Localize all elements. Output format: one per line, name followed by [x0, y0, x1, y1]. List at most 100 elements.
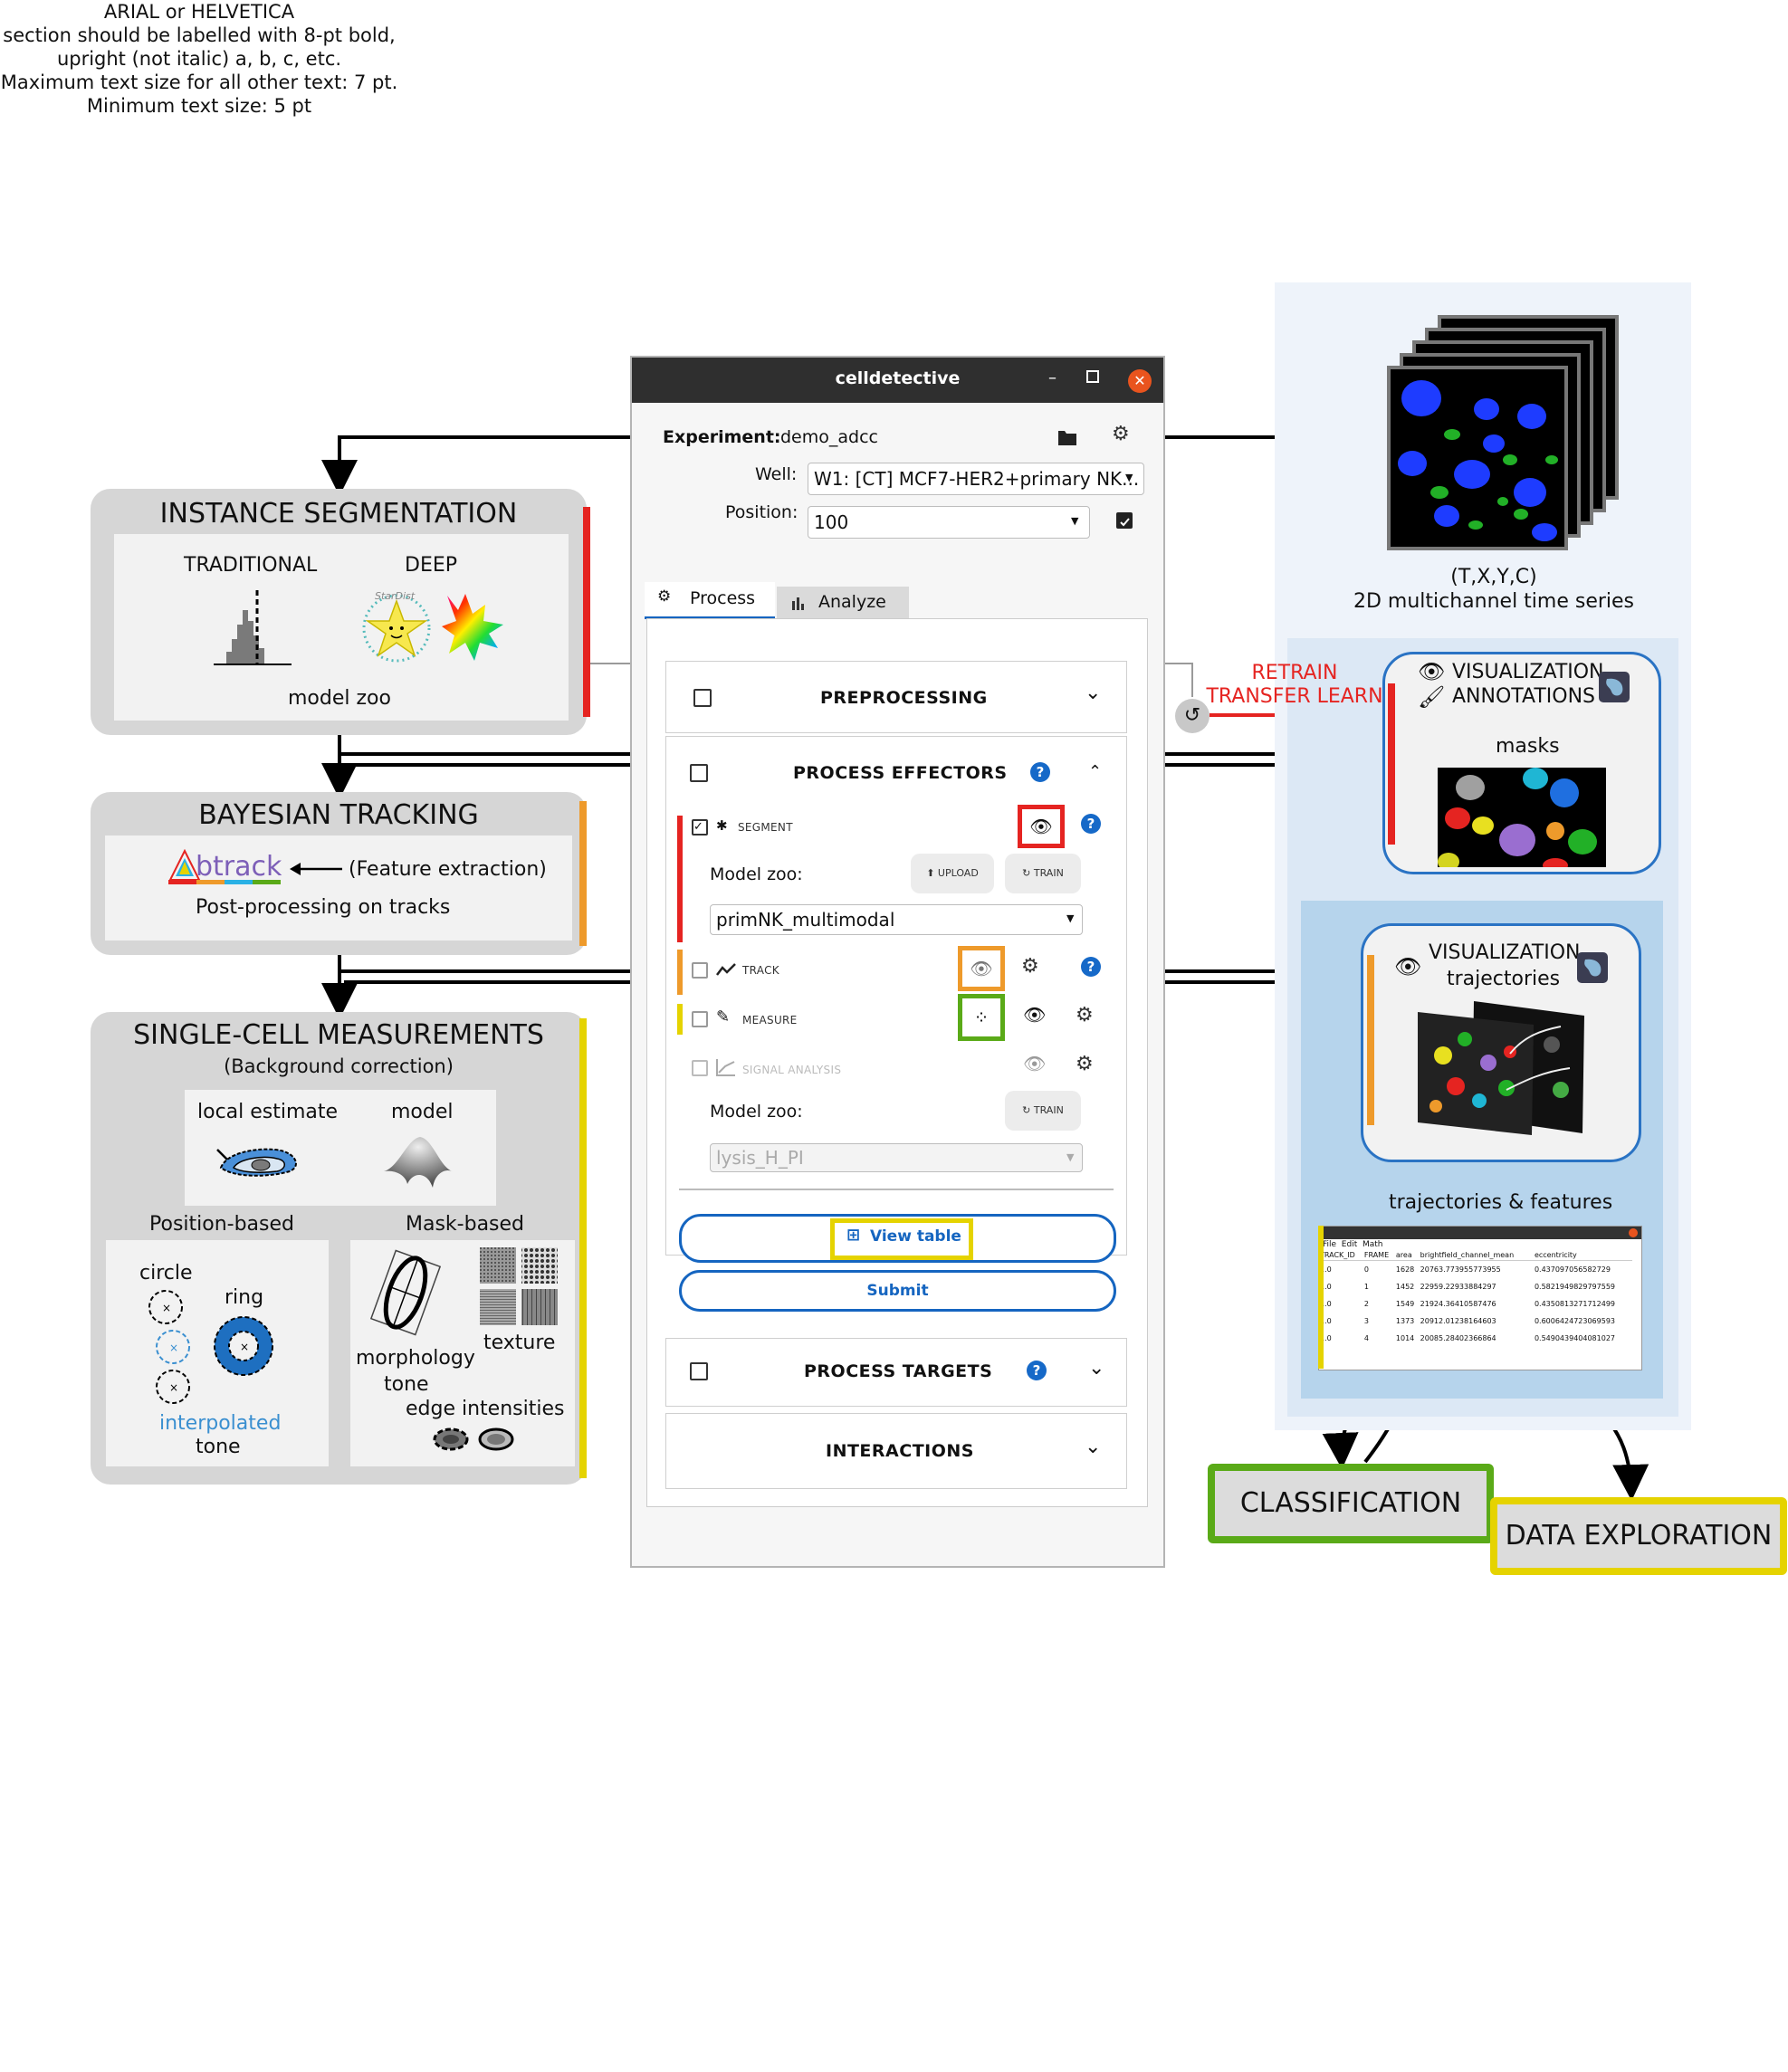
svg-text:×: × [240, 1341, 249, 1353]
menu-edit[interactable]: Edit [1342, 1240, 1357, 1249]
edge-intensity-icon [433, 1427, 514, 1451]
maximize-icon[interactable] [1086, 370, 1099, 383]
table-cell: 2 [1363, 1299, 1369, 1308]
process-targets-section[interactable]: PROCESS TARGETS ? ⌄ [665, 1338, 1127, 1407]
table-cell: 1.0 [1320, 1299, 1332, 1308]
segment-model-chevron-down-icon: ▼ [1066, 912, 1075, 924]
track-line-icon [716, 963, 736, 976]
table-window-titlebar [1319, 1227, 1641, 1239]
menu-math[interactable]: Math [1363, 1240, 1383, 1249]
segment-eye-button[interactable]: 👁 [1018, 805, 1065, 848]
window-title: celldetective [835, 368, 961, 388]
data-exploration-box: DATA EXPLORATION [1490, 1497, 1787, 1575]
table-close-icon[interactable] [1629, 1228, 1638, 1237]
measure-checkbox[interactable] [692, 1011, 708, 1027]
measure-label: MEASURE [742, 1014, 798, 1026]
table-row: 1.0 3 1373 20912.01238164603 0.6006424723069… [1319, 1313, 1632, 1330]
effectors-chevron-up-icon[interactable]: ⌃ [1088, 762, 1102, 781]
track-eye-button[interactable]: 👁 [958, 946, 1005, 991]
view-table-button[interactable]: ⊞ View table [679, 1214, 1116, 1263]
feature-table: TRACK_ID FRAME area brightfield_channel_… [1319, 1250, 1632, 1347]
svg-text:×: × [169, 1342, 178, 1354]
measure-points-button[interactable]: ⁘ [958, 994, 1005, 1041]
tab-process[interactable]: ⚙ Process [645, 582, 775, 619]
track-row-bar [677, 950, 683, 995]
experiment-value: demo_adcc [780, 427, 878, 447]
table-row: 1.0 2 1549 21924.36410587476 0.4350813271712… [1319, 1295, 1632, 1313]
menu-file[interactable]: File [1323, 1240, 1336, 1249]
feature-extraction-label: (Feature extraction) [349, 858, 547, 881]
segment-model-value: primNK_multimodal [716, 909, 895, 931]
well-select[interactable]: W1: [CT] MCF7-HER2+primary NK... [808, 463, 1144, 495]
table-header-row: TRACK_ID FRAME area brightfield_channel_… [1319, 1250, 1632, 1261]
position-viewer-icon[interactable] [1115, 511, 1133, 530]
tab-analyze-label: Analyze [818, 592, 886, 612]
preprocessing-chevron-down-icon[interactable]: ⌄ [1085, 682, 1101, 704]
track-settings-gear-icon[interactable]: ⚙ [1021, 955, 1039, 978]
retrain-refresh-icon[interactable]: ↺ [1175, 699, 1210, 733]
interpolated-label: interpolated [159, 1412, 282, 1435]
signal-model-select[interactable]: lysis_H_PI [710, 1143, 1083, 1172]
signal-eye-icon[interactable]: 👁 [1023, 1053, 1046, 1074]
trajectories-napari-icon [1577, 952, 1608, 983]
tab-analyze[interactable]: Analyze [777, 587, 909, 618]
close-icon[interactable]: ✕ [1128, 369, 1152, 393]
masks-label: masks [1496, 735, 1560, 758]
segment-train-button[interactable]: ↻ TRAIN [1005, 854, 1081, 893]
txyc-label: (T,X,Y,C) [1450, 566, 1537, 588]
minimize-icon[interactable]: – [1048, 368, 1057, 387]
interactions-title: INTERACTIONS [826, 1441, 974, 1461]
upload-button[interactable]: ⬆ UPLOAD [911, 854, 994, 893]
track-help-icon[interactable]: ? [1081, 957, 1101, 977]
ring-measurement-icon: × [214, 1316, 273, 1376]
retrain-label: RETRAIN [1251, 662, 1338, 684]
btrack-underline [168, 880, 281, 884]
preprocessing-checkbox[interactable] [693, 689, 712, 707]
eye-icon: 👁 [1418, 659, 1446, 684]
segment-checkbox[interactable]: ✓ [692, 819, 708, 835]
targets-title: PROCESS TARGETS [804, 1361, 993, 1381]
folder-icon[interactable] [1057, 428, 1077, 446]
segment-cells-icon: ✱ [716, 817, 728, 834]
table-cell: 1014 [1395, 1333, 1415, 1342]
morphology-label: morphology [356, 1347, 475, 1370]
settings-gear-icon[interactable]: ⚙ [1112, 423, 1130, 445]
targets-help-icon[interactable]: ? [1027, 1361, 1047, 1380]
post-processing-label: Post-processing on tracks [196, 896, 451, 919]
interactions-chevron-down-icon[interactable]: ⌄ [1085, 1436, 1101, 1458]
cellpose-flow-icon [442, 594, 503, 661]
targets-chevron-down-icon[interactable]: ⌄ [1088, 1357, 1104, 1380]
measure-pipette-icon: ✎ [716, 1007, 731, 1026]
measure-color-bar [579, 1018, 587, 1478]
table-cell: 1373 [1395, 1316, 1415, 1325]
position-select[interactable]: 100 [808, 506, 1090, 539]
interactions-section[interactable]: INTERACTIONS ⌄ [665, 1413, 1127, 1489]
svg-text:×: × [169, 1381, 178, 1394]
series-caption: 2D multichannel time series [1353, 590, 1635, 613]
effectors-checkbox[interactable] [690, 764, 708, 782]
measure-settings-gear-icon[interactable]: ⚙ [1076, 1004, 1094, 1026]
well-chevron-down-icon: ▼ [1125, 472, 1133, 483]
annotations-label: ANNOTATIONS [1452, 685, 1596, 708]
preprocessing-section[interactable]: PREPROCESSING ⌄ [665, 661, 1127, 733]
signal-train-button[interactable]: ↻ TRAIN [1005, 1091, 1081, 1131]
view-table-label: View table [870, 1227, 961, 1246]
morphology-ellipse-icon [369, 1249, 442, 1336]
table-cell: 20763.773955773955 [1420, 1265, 1501, 1274]
measure-eye-icon[interactable]: 👁 [1023, 1004, 1046, 1026]
segment-help-icon[interactable]: ? [1081, 814, 1101, 834]
effectors-help-icon[interactable]: ? [1030, 762, 1050, 782]
segment-model-select[interactable]: primNK_multimodal [710, 904, 1083, 935]
track-checkbox[interactable] [692, 962, 708, 979]
traditional-label: TRADITIONAL [184, 554, 318, 577]
signal-settings-gear-icon[interactable]: ⚙ [1076, 1053, 1094, 1075]
targets-checkbox[interactable] [690, 1362, 708, 1380]
experiment-label: Experiment: [663, 427, 781, 447]
position-select-value: 100 [814, 511, 849, 533]
table-cell: 1628 [1395, 1265, 1415, 1274]
masks-image [1438, 768, 1606, 867]
track-label: TRACK [742, 964, 779, 977]
signal-analysis-checkbox[interactable] [692, 1060, 708, 1076]
signal-model-value: lysis_H_PI [716, 1147, 804, 1169]
submit-button[interactable]: Submit [679, 1270, 1116, 1312]
